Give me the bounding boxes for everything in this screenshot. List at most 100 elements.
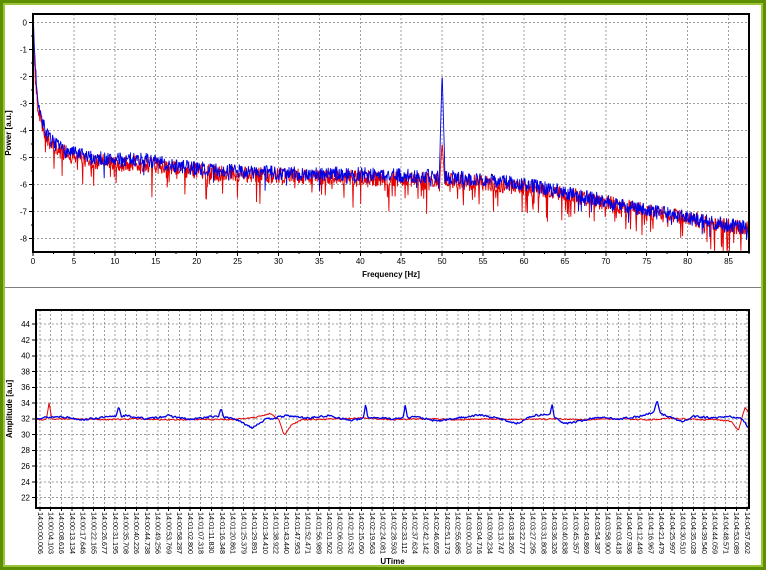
x-tick-label-timestamp: 14:00:08.616 xyxy=(57,512,66,554)
x-tick-label-timestamp: 14:02:01.502 xyxy=(325,512,334,554)
x-tick-label-timestamp: 14:00:53.769 xyxy=(164,512,173,554)
x-tick-label-timestamp: 14:02:24.081 xyxy=(379,512,388,554)
x-tick-label-timestamp: 14:01:20.861 xyxy=(229,512,238,554)
axis-tick-labels: 44424038363432302826242214:00:00.00614:0… xyxy=(21,320,752,554)
y-tick-label: 40 xyxy=(21,352,30,361)
x-tick-label-timestamp: 14:02:37.624 xyxy=(411,512,420,554)
x-tick-label-timestamp: 14:03:49.869 xyxy=(582,512,591,554)
y-tick-label: -5 xyxy=(20,153,28,162)
x-tick-label: 0 xyxy=(31,257,36,266)
y-tick-label: 34 xyxy=(21,399,30,408)
series-blue-trace xyxy=(36,401,749,429)
spectrum-chart: 0-1-2-3-4-5-6-7-805101520253035404550556… xyxy=(0,0,766,287)
series-red-trace xyxy=(33,32,749,252)
y-tick-label: -7 xyxy=(20,207,28,216)
x-axis-title: Frequency [Hz] xyxy=(362,270,420,279)
x-tick-label-timestamp: 14:01:52.471 xyxy=(304,512,313,554)
y-tick-label: -6 xyxy=(20,180,28,189)
x-tick-label-timestamp: 14:03:09.234 xyxy=(486,512,495,554)
x-tick-label-timestamp: 14:04:39.540 xyxy=(700,512,709,554)
x-tick-label-timestamp: 14:01:07.318 xyxy=(196,512,205,554)
y-axis-title: Amplitude [a.u] xyxy=(5,380,14,439)
x-tick-label-timestamp: 14:04:44.059 xyxy=(711,512,720,554)
x-tick-label-timestamp: 14:02:46.655 xyxy=(432,512,441,554)
x-tick-label-timestamp: 14:01:47.953 xyxy=(293,512,302,554)
x-tick-label-timestamp: 14:03:13.747 xyxy=(496,512,505,554)
y-tick-label: -4 xyxy=(20,126,28,135)
x-tick-label-timestamp: 14:03:22.777 xyxy=(518,512,527,554)
x-tick-label: 50 xyxy=(438,257,447,266)
x-tick-label-timestamp: 14:02:55.685 xyxy=(454,512,463,554)
x-tick-label: 35 xyxy=(315,257,324,266)
x-tick-label-timestamp: 14:04:07.936 xyxy=(625,512,634,554)
y-tick-label: 38 xyxy=(21,367,30,376)
x-tick-label: 75 xyxy=(642,257,651,266)
x-tick-label: 15 xyxy=(151,257,160,266)
x-tick-label-timestamp: 14:00:44.738 xyxy=(143,512,152,554)
x-tick-label-timestamp: 14:00:17.646 xyxy=(79,512,88,554)
x-tick-label-timestamp: 14:01:38.922 xyxy=(271,512,280,554)
x-tick-label-timestamp: 14:01:16.348 xyxy=(218,512,227,554)
x-tick-label-timestamp: 14:03:54.387 xyxy=(593,512,602,554)
x-tick-label-timestamp: 14:00:58.287 xyxy=(175,512,184,554)
y-tick-label: -1 xyxy=(20,45,28,54)
x-tick-label-timestamp: 14:00:00.006 xyxy=(36,512,45,554)
y-tick-label: 24 xyxy=(21,478,30,487)
x-tick-label-timestamp: 14:03:45.357 xyxy=(571,512,580,554)
x-tick-label-timestamp: 14:01:02.800 xyxy=(186,512,195,554)
panel-separator xyxy=(3,287,763,288)
x-tick-label-timestamp: 14:03:04.716 xyxy=(475,512,484,554)
y-tick-label: 42 xyxy=(21,336,30,345)
x-tick-label-timestamp: 14:03:18.265 xyxy=(507,512,516,554)
x-tick-label-timestamp: 14:02:15.050 xyxy=(357,512,366,554)
x-tick-label: 85 xyxy=(724,257,733,266)
x-tick-label-timestamp: 14:02:42.142 xyxy=(421,512,430,554)
x-tick-label-timestamp: 14:04:57.602 xyxy=(743,512,752,554)
x-tick-label: 80 xyxy=(683,257,692,266)
x-tick-label: 25 xyxy=(233,257,242,266)
x-tick-label: 60 xyxy=(520,257,529,266)
x-tick-label-timestamp: 14:04:12.449 xyxy=(636,512,645,554)
y-tick-label: 26 xyxy=(21,462,30,471)
y-tick-label: 36 xyxy=(21,383,30,392)
x-tick-label: 65 xyxy=(560,257,569,266)
x-tick-label: 55 xyxy=(479,257,488,266)
x-tick-label-timestamp: 14:00:22.165 xyxy=(89,512,98,554)
x-tick-label-timestamp: 14:04:48.571 xyxy=(721,512,730,554)
x-tick-label-timestamp: 14:03:31.808 xyxy=(539,512,548,554)
x-tick-label-timestamp: 14:03:27.295 xyxy=(529,512,538,554)
y-tick-label: -8 xyxy=(20,234,28,243)
x-tick-label-timestamp: 14:00:35.708 xyxy=(121,512,130,554)
x-tick-label-timestamp: 14:03:40.838 xyxy=(561,512,570,554)
y-tick-label: 28 xyxy=(21,446,30,455)
y-axis-title: Power [a.u.] xyxy=(4,110,13,156)
spectrum-panel: 0-1-2-3-4-5-6-7-805101520253035404550556… xyxy=(0,0,766,287)
x-tick-label: 5 xyxy=(72,257,77,266)
x-tick-label-timestamp: 14:00:04.103 xyxy=(47,512,56,554)
y-tick-label: 30 xyxy=(21,430,30,439)
x-tick-label-timestamp: 14:04:21.479 xyxy=(657,512,666,554)
x-tick-label-timestamp: 14:03:36.326 xyxy=(550,512,559,554)
x-tick-label: 40 xyxy=(356,257,365,266)
x-tick-label-timestamp: 14:04:25.997 xyxy=(668,512,677,554)
x-tick-label-timestamp: 14:01:29.891 xyxy=(250,512,259,554)
x-tick-label: 45 xyxy=(397,257,406,266)
x-tick-label-timestamp: 14:00:40.226 xyxy=(132,512,141,554)
x-tick-label-timestamp: 14:04:16.967 xyxy=(646,512,655,554)
x-tick-label-timestamp: 14:01:11.830 xyxy=(207,512,216,553)
x-tick-label-timestamp: 14:01:56.989 xyxy=(314,512,323,554)
measurement-window: 0-1-2-3-4-5-6-7-805101520253035404550556… xyxy=(0,0,766,570)
x-tick-label-timestamp: 14:03:00.203 xyxy=(464,512,473,554)
y-tick-label: -2 xyxy=(20,72,28,81)
x-tick-label-timestamp: 14:01:34.410 xyxy=(261,512,270,554)
x-tick-label-timestamp: 14:03:58.900 xyxy=(604,512,613,554)
x-axis-title: UTime xyxy=(380,557,405,566)
x-tick-label-timestamp: 14:02:06.020 xyxy=(336,512,345,554)
x-tick-label: 30 xyxy=(274,257,283,266)
x-tick-label-timestamp: 14:00:26.677 xyxy=(100,512,109,554)
x-tick-label: 70 xyxy=(601,257,610,266)
x-tick-label-timestamp: 14:01:25.379 xyxy=(239,512,248,554)
x-tick-label: 10 xyxy=(110,257,119,266)
axis-ticks xyxy=(29,23,749,256)
x-tick-label: 20 xyxy=(192,257,201,266)
